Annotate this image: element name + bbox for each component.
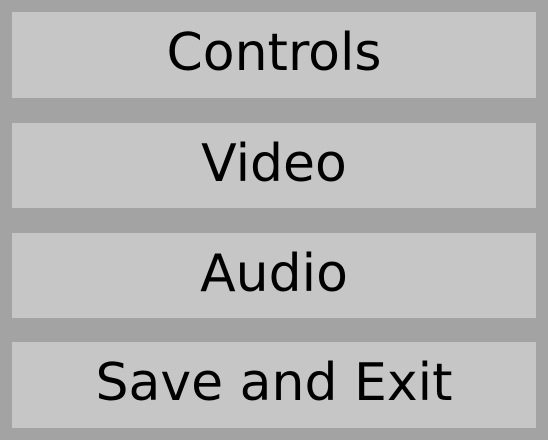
settings-menu: Controls Video Audio Save and Exit <box>0 0 548 440</box>
audio-button-label: Audio <box>200 243 348 304</box>
video-button[interactable]: Video <box>12 123 536 208</box>
controls-button-label: Controls <box>166 23 382 83</box>
save-and-exit-button[interactable]: Save and Exit <box>12 342 536 428</box>
audio-button[interactable]: Audio <box>12 233 536 318</box>
save-and-exit-button-label: Save and Exit <box>95 353 453 413</box>
controls-button[interactable]: Controls <box>12 12 536 98</box>
video-button-label: Video <box>201 133 347 194</box>
